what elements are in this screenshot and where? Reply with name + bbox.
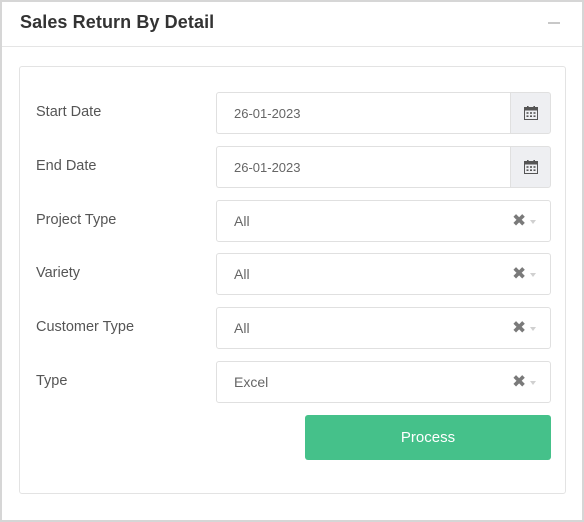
- end-date-input[interactable]: [216, 146, 510, 188]
- variety-label: Variety: [36, 265, 81, 281]
- project-type-select[interactable]: All ✖: [216, 200, 551, 242]
- end-date-label: End Date: [36, 158, 97, 174]
- chevron-down-icon: [530, 381, 536, 385]
- type-label: Type: [36, 373, 68, 389]
- panel-title: Sales Return By Detail: [20, 12, 215, 32]
- project-type-label: Project Type: [36, 212, 117, 228]
- calendar-icon: [524, 160, 538, 174]
- report-panel: Sales Return By Detail Start Date 26-01-…: [0, 0, 584, 522]
- project-type-value: All: [234, 213, 250, 229]
- type-select[interactable]: Excel ✖: [216, 361, 551, 403]
- clear-icon[interactable]: ✖: [512, 373, 528, 391]
- calendar-icon: [524, 106, 538, 120]
- start-date-row: Start Date: [20, 92, 565, 134]
- customer-type-value: All: [234, 320, 250, 336]
- chevron-down-icon: [530, 220, 536, 224]
- collapse-button[interactable]: [548, 22, 560, 24]
- variety-value: All: [234, 266, 250, 282]
- clear-icon[interactable]: ✖: [512, 212, 528, 230]
- start-date-label: Start Date: [36, 104, 102, 120]
- customer-type-select[interactable]: All ✖: [216, 307, 551, 349]
- customer-type-row: Customer Type All ✖: [20, 307, 565, 349]
- clear-icon[interactable]: ✖: [512, 265, 528, 283]
- chevron-down-icon: [530, 273, 536, 277]
- variety-row: Variety All ✖: [20, 253, 565, 295]
- clear-icon[interactable]: ✖: [512, 319, 528, 337]
- customer-type-label: Customer Type: [36, 319, 135, 335]
- start-date-group: [216, 92, 551, 134]
- start-date-input[interactable]: [216, 92, 510, 134]
- end-date-group: [216, 146, 551, 188]
- type-value: Excel: [234, 374, 269, 390]
- report-form: Start Date 26-01-2023 End Date 26-01-202…: [19, 66, 566, 494]
- project-type-row: Project Type All ✖: [20, 200, 565, 242]
- start-date-calendar-button[interactable]: [510, 92, 551, 134]
- end-date-calendar-button[interactable]: [510, 146, 551, 188]
- type-row: Type Excel ✖: [20, 361, 565, 403]
- process-button[interactable]: Process: [305, 415, 551, 460]
- end-date-row: End Date: [20, 146, 565, 188]
- chevron-down-icon: [530, 327, 536, 331]
- panel-header: Sales Return By Detail: [2, 2, 582, 47]
- variety-select[interactable]: All ✖: [216, 253, 551, 295]
